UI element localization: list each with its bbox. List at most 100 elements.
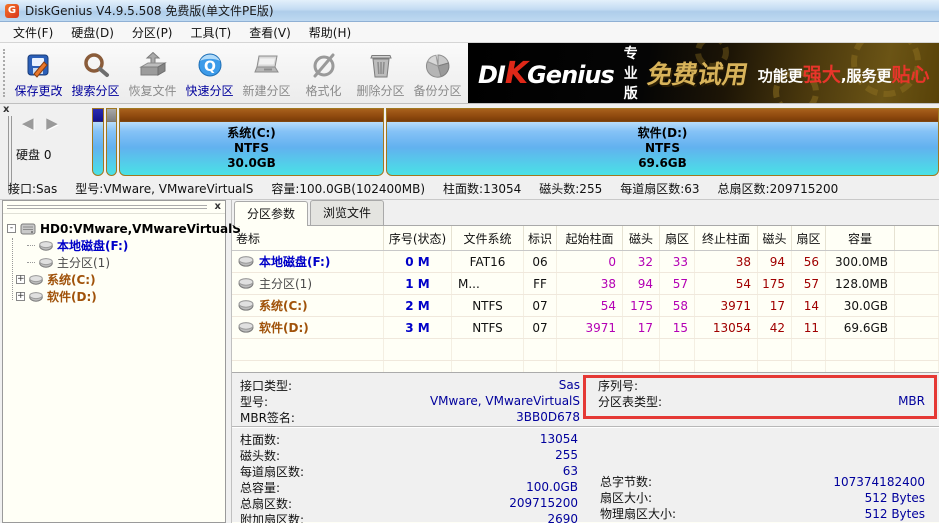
partition-block-primary[interactable] bbox=[106, 108, 117, 176]
disk-icon bbox=[29, 292, 43, 302]
panel-grip[interactable] bbox=[7, 205, 207, 209]
menu-partition[interactable]: 分区(P) bbox=[123, 22, 182, 43]
menu-help[interactable]: 帮助(H) bbox=[300, 22, 360, 43]
cell-filesystem: M... bbox=[452, 273, 524, 294]
col-end-sector[interactable]: 扇区 bbox=[792, 226, 826, 250]
extra-sectors-label: 附加扇区数: bbox=[240, 511, 304, 523]
cell-start-head: 175 bbox=[623, 295, 660, 316]
col-end-cylinder[interactable]: 终止柱面 bbox=[695, 226, 758, 250]
cylinders-label: 柱面数: bbox=[240, 431, 280, 448]
tree-item-software-d[interactable]: + 软件(D:) bbox=[7, 288, 223, 305]
cell-filesystem: NTFS bbox=[452, 295, 524, 316]
recover-files-icon bbox=[138, 50, 168, 82]
table-header: 卷标 序号(状态) 文件系统 标识 起始柱面 磁头 扇区 终止柱面 磁头 扇区 … bbox=[232, 226, 939, 251]
delete-partition-button[interactable]: 删除分区 bbox=[352, 43, 409, 103]
cell-volume-label: 主分区(1) bbox=[259, 275, 312, 292]
cell-start-cylinder: 38 bbox=[557, 273, 623, 294]
cell-start-head: 17 bbox=[623, 317, 660, 338]
sector-size-value: 512 Bytes bbox=[652, 491, 925, 505]
col-filesystem[interactable]: 文件系统 bbox=[452, 226, 524, 250]
partition-block-f[interactable] bbox=[92, 108, 104, 176]
tab-partition-parameters[interactable]: 分区参数 bbox=[234, 201, 308, 226]
cell-filesystem: FAT16 bbox=[452, 251, 524, 272]
cell-seq: 3 M bbox=[384, 317, 452, 338]
quick-partition-label: 快速分区 bbox=[185, 82, 233, 99]
disk-icon bbox=[29, 275, 43, 285]
table-row[interactable]: 主分区(1) 1 M M... FF 38 94 57 54 175 57 12… bbox=[232, 273, 939, 295]
partition-block-c[interactable]: 系统(C:) NTFS 30.0GB bbox=[119, 108, 384, 176]
menu-tools[interactable]: 工具(T) bbox=[182, 22, 241, 43]
table-row[interactable]: 系统(C:) 2 M NTFS 07 54 175 58 3971 17 14 … bbox=[232, 295, 939, 317]
heads-label: 磁头数: bbox=[240, 447, 280, 464]
cell-end-sector: 11 bbox=[792, 317, 826, 338]
app-icon: G bbox=[5, 4, 19, 18]
col-capacity[interactable]: 容量 bbox=[826, 226, 895, 250]
disk-icon bbox=[238, 322, 254, 333]
search-partition-button[interactable]: 搜索分区 bbox=[67, 43, 124, 103]
interface-type-label: 接口类型: bbox=[240, 377, 292, 394]
menu-view[interactable]: 查看(V) bbox=[240, 22, 300, 43]
expand-icon[interactable]: + bbox=[16, 292, 25, 301]
table-row[interactable]: 软件(D:) 3 M NTFS 07 3971 17 15 13054 42 1… bbox=[232, 317, 939, 339]
col-id[interactable]: 标识 bbox=[524, 226, 557, 250]
menu-file[interactable]: 文件(F) bbox=[4, 22, 62, 43]
cell-end-cylinder: 3971 bbox=[695, 295, 758, 316]
close-icon[interactable]: x bbox=[215, 201, 221, 212]
quick-partition-icon: Q bbox=[195, 50, 225, 82]
tree-item-local-disk-f[interactable]: 本地磁盘(F:) bbox=[7, 237, 223, 254]
recover-files-button[interactable]: 恢复文件 bbox=[124, 43, 181, 103]
cell-end-sector: 57 bbox=[792, 273, 826, 294]
expand-icon[interactable]: + bbox=[16, 275, 25, 284]
cell-volume-label: 系统(C:) bbox=[259, 297, 308, 314]
window-title: DiskGenius V4.9.5.508 免费版(单文件PE版) bbox=[25, 2, 274, 19]
col-start-cylinder[interactable]: 起始柱面 bbox=[557, 226, 623, 250]
col-end-head[interactable]: 磁头 bbox=[758, 226, 792, 250]
disk-icon bbox=[238, 278, 254, 289]
tree-item-label: 主分区(1) bbox=[57, 254, 110, 271]
tree-item-label: 软件(D:) bbox=[47, 288, 97, 305]
promo-banner[interactable]: DIKGenius 专业版 免费试用 功能更强大,服务更贴心 bbox=[468, 43, 939, 103]
cell-start-head: 94 bbox=[623, 273, 660, 294]
backup-partition-button[interactable]: 备份分区 bbox=[409, 43, 466, 103]
cell-end-sector: 14 bbox=[792, 295, 826, 316]
col-seq-status[interactable]: 序号(状态) bbox=[384, 226, 452, 250]
partition-table-type-value: MBR bbox=[662, 394, 925, 408]
close-icon[interactable]: x bbox=[3, 105, 9, 115]
save-changes-button[interactable]: 保存更改 bbox=[10, 43, 67, 103]
disk-capacity: 容量:100.0GB(102400MB) bbox=[271, 180, 425, 197]
tree-item-system-c[interactable]: + 系统(C:) bbox=[7, 271, 223, 288]
physical-sector-size-label: 物理扇区大小: bbox=[600, 505, 676, 522]
col-volume-label[interactable]: 卷标 bbox=[232, 226, 384, 250]
sectors-per-track-label: 每道扇区数: bbox=[240, 463, 304, 480]
new-partition-icon bbox=[252, 50, 282, 82]
tree-item-hd0[interactable]: - HD0:VMware,VMwareVirtualS bbox=[7, 220, 223, 237]
tab-bar: 分区参数 浏览文件 bbox=[232, 200, 939, 226]
model-value: VMware, VMwareVirtualS bbox=[268, 394, 580, 408]
new-partition-button[interactable]: 新建分区 bbox=[238, 43, 295, 103]
table-row[interactable]: 本地磁盘(F:) 0 M FAT16 06 0 32 33 38 94 56 3… bbox=[232, 251, 939, 273]
col-start-head[interactable]: 磁头 bbox=[623, 226, 660, 250]
disk-heads: 磁头数:255 bbox=[539, 180, 602, 197]
disk-nav-arrows[interactable]: ◀ ▶ bbox=[22, 114, 86, 132]
menu-disk[interactable]: 硬盘(D) bbox=[62, 22, 123, 43]
extra-sectors-value: 2690 bbox=[304, 512, 578, 523]
cell-end-cylinder: 13054 bbox=[695, 317, 758, 338]
disk-cylinders: 柱面数:13054 bbox=[443, 180, 521, 197]
delete-partition-label: 删除分区 bbox=[356, 82, 404, 99]
total-bytes-value: 107374182400 bbox=[652, 475, 925, 489]
quick-partition-button[interactable]: Q 快速分区 bbox=[181, 43, 238, 103]
partition-type-band bbox=[93, 109, 103, 122]
cell-start-cylinder: 54 bbox=[557, 295, 623, 316]
toolbar-grip[interactable] bbox=[3, 49, 9, 97]
collapse-icon[interactable]: - bbox=[7, 224, 16, 233]
disk-model: 型号:VMware, VMwareVirtualS bbox=[75, 180, 253, 197]
col-start-sector[interactable]: 扇区 bbox=[660, 226, 695, 250]
tree-item-primary-partition[interactable]: 主分区(1) bbox=[7, 254, 223, 271]
format-button[interactable]: 格式化 bbox=[295, 43, 352, 103]
recover-files-label: 恢复文件 bbox=[128, 82, 176, 99]
svg-text:Q: Q bbox=[204, 59, 216, 75]
tab-browse-files[interactable]: 浏览文件 bbox=[310, 200, 384, 225]
cell-id: 07 bbox=[524, 295, 557, 316]
partition-block-d[interactable]: 软件(D:) NTFS 69.6GB bbox=[386, 108, 939, 176]
sectors-per-track-value: 63 bbox=[304, 464, 578, 478]
